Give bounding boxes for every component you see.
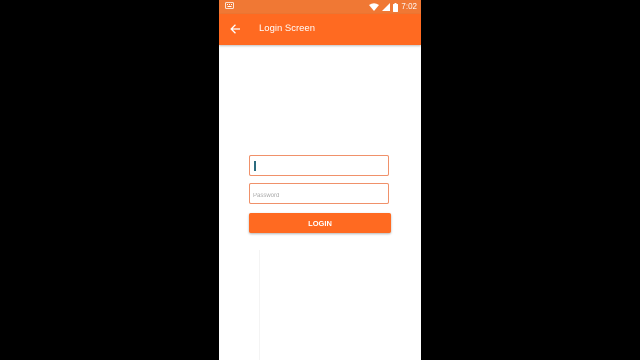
arrow-left-icon <box>230 21 241 39</box>
status-time: 7:02 <box>401 2 417 11</box>
battery-icon <box>393 2 399 12</box>
text-cursor <box>254 161 256 171</box>
background-line <box>259 250 260 360</box>
status-icons: 7:02 <box>369 1 417 13</box>
back-button[interactable] <box>227 22 243 38</box>
page-title: Login Screen <box>259 23 315 34</box>
app-bar: Login Screen <box>219 14 421 45</box>
keyboard-icon <box>225 2 234 11</box>
username-field[interactable] <box>249 155 389 178</box>
signal-icon <box>382 3 391 11</box>
username-input[interactable] <box>250 158 388 178</box>
status-bar: 7:02 <box>219 0 421 14</box>
login-button[interactable]: LOGIN <box>249 213 391 233</box>
phone-screen: 7:02 Login Screen LOGIN <box>219 0 421 360</box>
password-field[interactable] <box>249 183 389 206</box>
wifi-icon <box>369 3 380 11</box>
password-input[interactable] <box>250 186 388 206</box>
